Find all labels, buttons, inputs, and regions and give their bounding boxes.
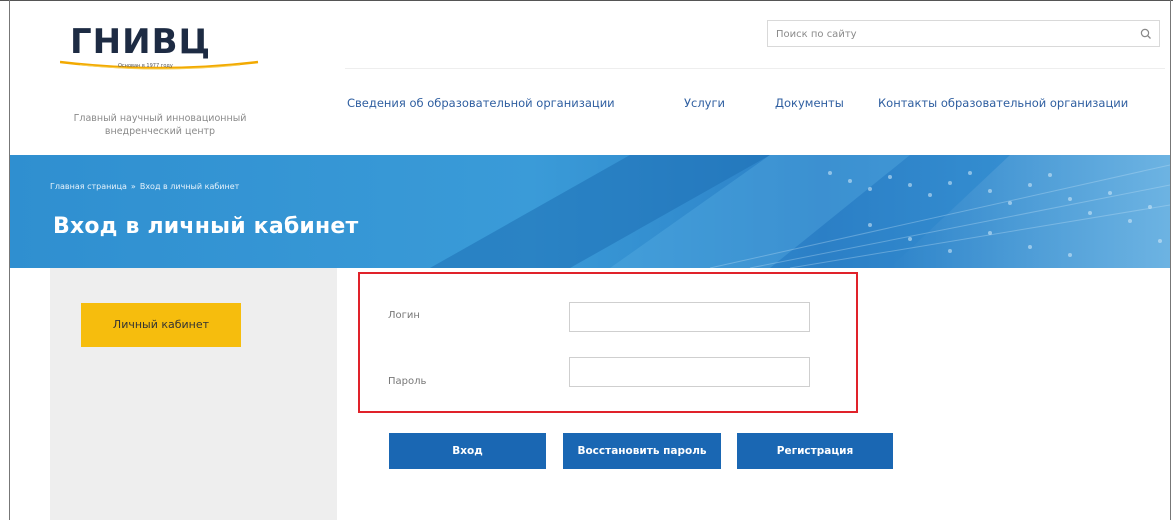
- login-input[interactable]: [569, 302, 810, 332]
- login-button[interactable]: Вход: [389, 433, 546, 469]
- logo-wordmark: ГНИВЦ: [70, 22, 212, 62]
- personal-account-button[interactable]: Личный кабинет: [81, 303, 241, 347]
- hero-background-graphic: [430, 155, 1170, 268]
- form-highlight-frame: [358, 272, 858, 413]
- nav-item-org-info[interactable]: Сведения об образовательной организации: [347, 96, 615, 110]
- breadcrumb-current: Вход в личный кабинет: [139, 182, 240, 191]
- breadcrumb: Главная страница» Вход в личный кабинет: [50, 182, 239, 191]
- breadcrumb-home-link[interactable]: Главная страница: [50, 182, 127, 191]
- frame-right-line: [1170, 0, 1171, 520]
- logo-subtitle: Главный научный инновационный внедренчес…: [40, 112, 280, 138]
- page-title: Вход в личный кабинет: [53, 214, 359, 239]
- logo-subtitle-line1: Главный научный инновационный: [73, 113, 247, 124]
- logo-founded-text: Основан в 1977 году: [118, 63, 173, 69]
- search-box[interactable]: [767, 20, 1160, 47]
- search-icon[interactable]: [1139, 27, 1153, 41]
- logo-subtitle-line2: внедренческий центр: [104, 126, 216, 137]
- password-label: Пароль: [388, 376, 427, 387]
- breadcrumb-separator: »: [130, 182, 136, 191]
- search-input[interactable]: [776, 25, 1116, 43]
- frame-top-line: [0, 0, 1173, 1]
- sidebar: Личный кабинет: [50, 268, 337, 520]
- login-label: Логин: [388, 310, 420, 321]
- register-button[interactable]: Регистрация: [737, 433, 893, 469]
- nav-item-services[interactable]: Услуги: [684, 96, 725, 110]
- hero-banner: Главная страница» Вход в личный кабинет В…: [10, 155, 1170, 268]
- password-input[interactable]: [569, 357, 810, 387]
- header-divider: [345, 68, 1165, 69]
- nav-item-contacts[interactable]: Контакты образовательной организации: [878, 96, 1128, 110]
- restore-password-button[interactable]: Восстановить пароль: [563, 433, 721, 469]
- nav-item-documents[interactable]: Документы: [775, 96, 844, 110]
